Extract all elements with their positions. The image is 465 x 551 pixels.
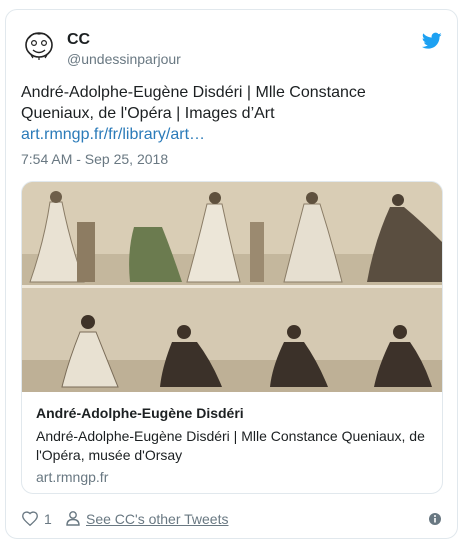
heart-icon[interactable] [21,510,39,527]
person-icon[interactable] [65,510,81,526]
card-description: André-Adolphe-Eugène Disdéri | Mlle Cons… [36,428,425,463]
card-domain: art.rmngp.fr [36,469,109,485]
like-count[interactable]: 1 [44,511,52,527]
author-name[interactable]: CC [67,30,90,50]
tweet-link[interactable]: art.rmngp.fr/fr/library/art… [21,124,441,145]
avatar[interactable] [21,28,57,64]
tweet-text: André-Adolphe-Eugène Disdéri | Mlle Cons… [21,82,441,145]
card-title: André-Adolphe-Eugène Disdéri [36,405,244,421]
tweet-header: CC @undessinparjour [21,28,442,76]
author-handle[interactable]: @undessinparjour [67,50,181,68]
see-other-tweets-link[interactable]: See CC's other Tweets [86,511,228,527]
link-card[interactable]: André-Adolphe-Eugène Disdéri André-Adolp… [21,181,443,494]
tweet-body: André-Adolphe-Eugène Disdéri | Mlle Cons… [21,84,366,122]
info-icon[interactable] [428,512,442,526]
tweet-timestamp[interactable]: 7:54 AM - Sep 25, 2018 [21,151,168,167]
twitter-bird-icon[interactable] [421,32,442,50]
tweet-actions: 1 See CC's other Tweets [21,508,442,530]
card-photo [22,182,442,392]
card-text: André-Adolphe-Eugène Disdéri André-Adolp… [36,404,432,485]
embedded-tweet: CC @undessinparjour André-Adolphe-Eugène… [5,9,458,539]
